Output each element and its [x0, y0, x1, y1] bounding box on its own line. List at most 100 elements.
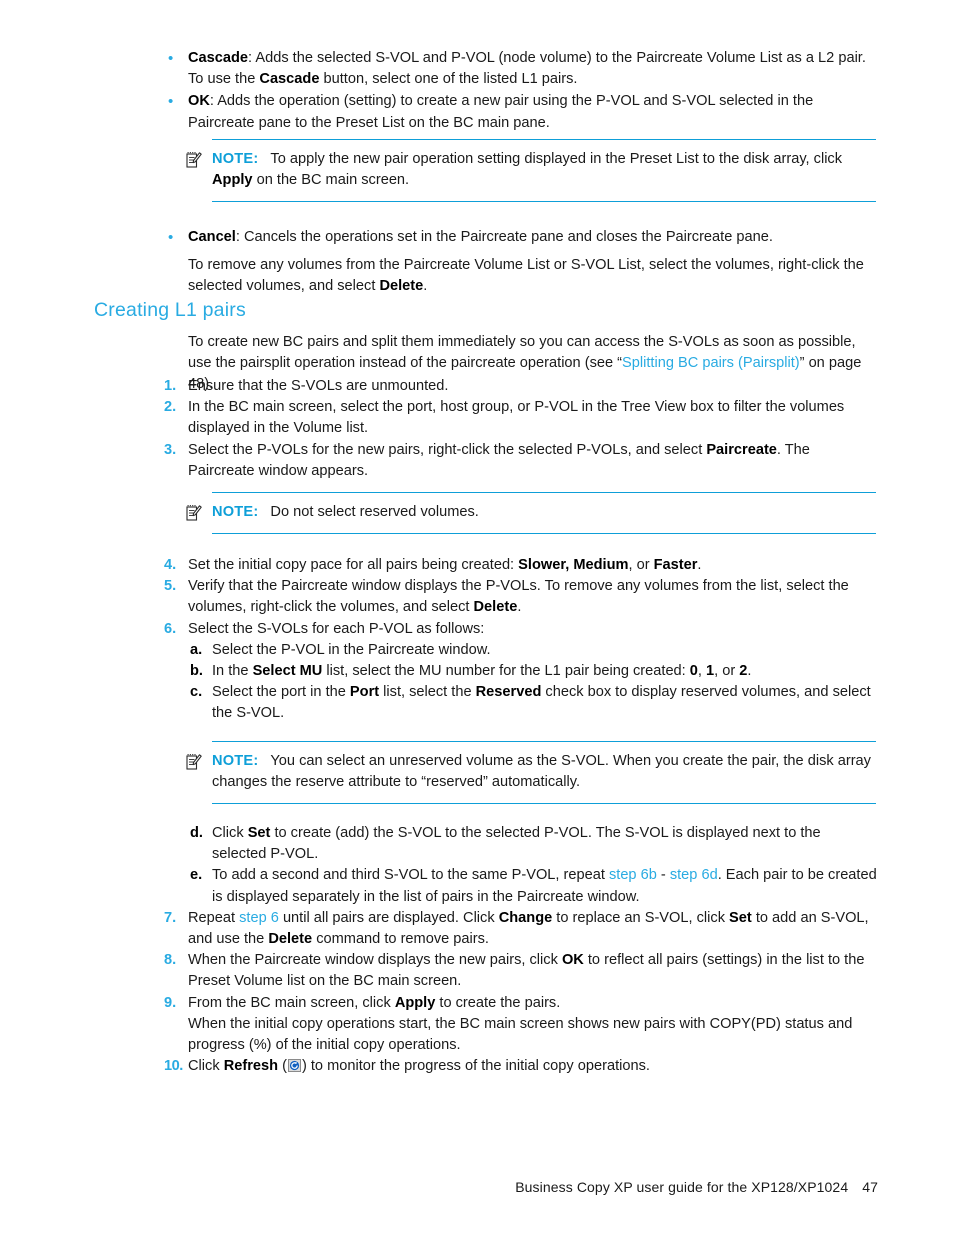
step-text-part: Repeat: [188, 909, 240, 926]
page-title: Creating L1 pairs: [94, 299, 246, 321]
notepad-pencil-icon: [186, 502, 212, 521]
bold-change: Change: [498, 909, 553, 926]
note-text-1: To apply the new pair operation setting …: [270, 151, 843, 167]
notepad-pencil-icon: [186, 751, 212, 770]
top-bullet-list: • Cascade: Adds the selected S-VOL and P…: [166, 48, 878, 135]
step-number: 6.: [164, 620, 177, 637]
step-text-part: (: [278, 1058, 287, 1075]
step-text-part: to create the pairs.: [435, 994, 561, 1011]
substep-text-part: Select the port in the: [212, 684, 350, 701]
substep-text: Select the P-VOL in the Paircreate windo…: [212, 640, 878, 661]
substep-text-part: list, select the: [379, 684, 476, 701]
list-item: 2. In the BC main screen, select the por…: [164, 397, 878, 439]
note-reserved-volumes: NOTE: Do not select reserved volumes.: [186, 492, 878, 535]
step-text-part: Select the S-VOLs for each P-VOL as foll…: [188, 620, 485, 637]
remove-text-2: .: [423, 278, 428, 295]
term-cancel: Cancel: [188, 229, 236, 245]
bold-select-mu: Select MU: [252, 663, 323, 680]
list-item: • Cancel: Cancels the operations set in …: [166, 227, 878, 248]
substep-marker: a.: [190, 641, 203, 658]
list-item: a. Select the P-VOL in the Paircreate wi…: [190, 640, 878, 661]
step-text-part: command to remove pairs.: [312, 931, 489, 948]
cross-reference-link-step-6b[interactable]: step 6b: [609, 867, 657, 883]
note-body: NOTE: Do not select reserved volumes.: [212, 502, 878, 523]
step-number: 4.: [164, 557, 177, 573]
remove-text-1: To remove any volumes from the Paircreat…: [188, 257, 864, 295]
substep-marker: d.: [190, 825, 203, 841]
bullet-text-part-2: button, select one of the listed L1 pair…: [319, 71, 578, 88]
list-item: 7. Repeat step 6 until all pairs are dis…: [164, 908, 878, 950]
substeps-de: d. Click Set to create (add) the S-VOL t…: [190, 823, 878, 908]
substep-text-part: , or: [714, 663, 740, 680]
term-cascade-inline: Cascade: [259, 71, 320, 88]
list-item: 9. From the BC main screen, click Apply …: [164, 993, 878, 1014]
note-text: Do not select reserved volumes.: [270, 504, 479, 520]
step-number: 10.: [164, 1058, 183, 1075]
term-ok: OK: [188, 93, 210, 110]
substep-text-part: To add a second and third S-VOL to the s…: [212, 867, 609, 884]
note-bottom-rule: [212, 533, 876, 535]
step-text-part: Ensure that the S-VOLs are unmounted.: [188, 378, 449, 394]
bullet-text: OK: Adds the operation (setting) to crea…: [188, 91, 878, 133]
bold-faster: Faster: [653, 557, 698, 573]
bold-set: Set: [729, 909, 752, 926]
cross-reference-link-step-6d[interactable]: step 6d: [670, 867, 718, 883]
note-label: NOTE:: [212, 151, 259, 167]
list-item: 1. Ensure that the S-VOLs are unmounted.: [164, 376, 878, 397]
notepad-pencil-icon: [186, 149, 212, 168]
substep-text-part: Select the P-VOL in the Paircreate windo…: [212, 641, 491, 658]
step-text: In the BC main screen, select the port, …: [188, 397, 878, 439]
note-bold-apply: Apply: [212, 172, 253, 189]
substep-text: Select the port in the Port list, select…: [212, 682, 878, 724]
substeps-abc: a. Select the P-VOL in the Paircreate wi…: [190, 640, 878, 725]
step-text: Repeat step 6 until all pairs are displa…: [188, 908, 878, 950]
bold-mu-1: 1: [706, 663, 715, 680]
step-text-part: to replace an S-VOL, click: [552, 909, 730, 926]
cancel-bullet-list: • Cancel: Cancels the operations set in …: [166, 227, 878, 249]
step-number: 8.: [164, 952, 177, 969]
step-text-part: In the BC main screen, select the port, …: [188, 399, 845, 437]
note-body: NOTE: You can select an unreserved volume…: [212, 751, 878, 793]
bold-delete: Delete: [268, 931, 313, 948]
list-item: 8. When the Paircreate window displays t…: [164, 950, 878, 992]
bullet-text-part-1: : Adds the operation (setting) to create…: [188, 93, 814, 131]
list-item: 6. Select the S-VOLs for each P-VOL as f…: [164, 619, 878, 640]
substep-text-part: In the: [212, 663, 253, 680]
substep-text-part: to create (add) the S-VOL to the selecte…: [212, 825, 821, 863]
list-item: 4. Set the initial copy pace for all pai…: [164, 555, 878, 576]
step-number: 5.: [164, 578, 177, 595]
step-text: Select the S-VOLs for each P-VOL as foll…: [188, 619, 878, 640]
note-bottom-rule: [212, 201, 876, 203]
step-text-part: From the BC main screen, click: [188, 994, 395, 1011]
bold-ok: OK: [561, 952, 584, 969]
bullet-marker: •: [168, 229, 174, 246]
step-text-part: Set the initial copy pace for all pairs …: [188, 557, 519, 573]
substep-marker: e.: [190, 867, 203, 884]
note-body: NOTE: To apply the new pair operation set…: [212, 149, 878, 191]
bold-apply: Apply: [394, 994, 436, 1011]
step-number: 3.: [164, 441, 177, 458]
refresh-icon[interactable]: [287, 1059, 301, 1073]
list-item: • Cascade: Adds the selected S-VOL and P…: [166, 48, 878, 90]
substep-text-part: .: [747, 663, 752, 680]
cancel-bullet-text: : Cancels the operations set in the Pair…: [235, 229, 773, 245]
copy-operations-paragraph: When the initial copy operations start, …: [188, 1015, 853, 1054]
step-text-part: until all pairs are displayed. Click: [278, 909, 499, 926]
cross-reference-link-pairsplit[interactable]: Splitting BC pairs (Pairsplit): [622, 355, 800, 371]
note-label: NOTE:: [212, 504, 259, 520]
bold-set: Set: [247, 825, 271, 841]
step-text-part: .: [517, 599, 522, 616]
bold-delete: Delete: [473, 599, 518, 616]
term-cascade: Cascade: [188, 50, 249, 66]
substep-text: Click Set to create (add) the S-VOL to t…: [212, 823, 878, 865]
bold-slower-medium: Slower, Medium: [518, 557, 629, 573]
step-text-part: .: [697, 557, 702, 573]
document-page: • Cascade: Adds the selected S-VOL and P…: [0, 0, 954, 1235]
substep-text-part: Click: [212, 825, 248, 841]
substep-marker: b.: [190, 663, 203, 680]
bullet-marker: •: [168, 50, 174, 67]
steps-list-2: 4. Set the initial copy pace for all pai…: [164, 555, 878, 725]
list-item: e. To add a second and third S-VOL to th…: [190, 865, 878, 907]
step-text: From the BC main screen, click Apply to …: [188, 993, 878, 1014]
cross-reference-link-step-6[interactable]: step 6: [239, 910, 279, 926]
